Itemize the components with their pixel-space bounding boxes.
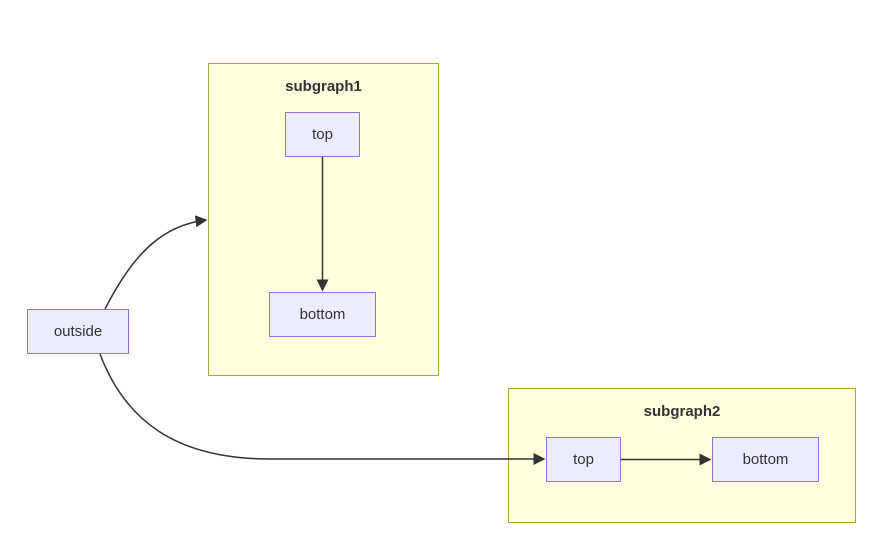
node-outside-label: outside — [54, 323, 102, 340]
node-sg1-bottom-label: bottom — [300, 306, 346, 323]
node-sg1-top-label: top — [312, 126, 333, 143]
node-sg2-top-label: top — [573, 451, 594, 468]
subgraph1-title: subgraph1 — [209, 78, 438, 95]
node-sg2-bottom: bottom — [712, 437, 819, 482]
node-outside: outside — [27, 309, 129, 354]
node-sg1-bottom: bottom — [269, 292, 376, 337]
node-sg2-top: top — [546, 437, 621, 482]
subgraph2-title: subgraph2 — [509, 403, 855, 420]
node-sg1-top: top — [285, 112, 360, 157]
node-sg2-bottom-label: bottom — [743, 451, 789, 468]
edge-outside-to-subgraph1 — [105, 220, 206, 309]
diagram-canvas: subgraph1 subgraph2 outside top bottom t… — [0, 0, 885, 559]
